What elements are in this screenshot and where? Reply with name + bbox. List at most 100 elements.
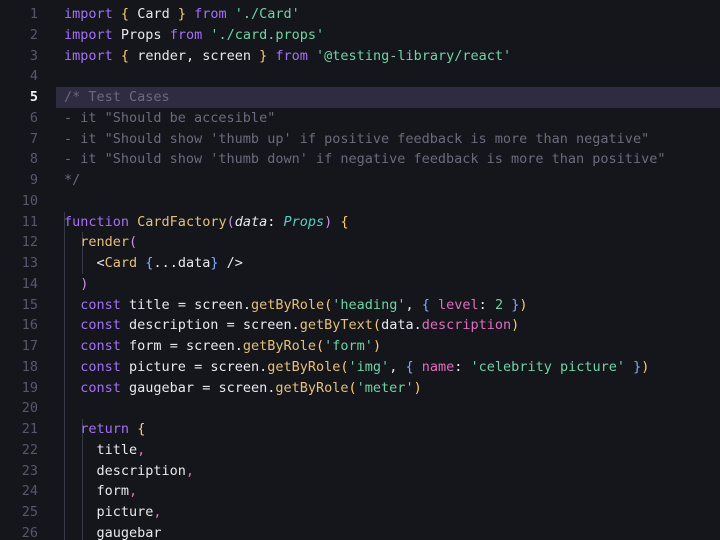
- code-line-content[interactable]: const form = screen.getByRole('form'): [64, 336, 381, 357]
- code-line-content[interactable]: import { render, screen } from '@testing…: [64, 46, 511, 67]
- code-line[interactable]: 25 picture,: [0, 502, 720, 523]
- code-line[interactable]: 1 import { Card } from './Card': [0, 4, 720, 25]
- line-number[interactable]: 23: [0, 461, 38, 482]
- code-line-content[interactable]: return {: [64, 419, 145, 440]
- code-line-content[interactable]: import Props from './card.props': [64, 25, 324, 46]
- code-token-punct: .: [243, 297, 251, 313]
- code-line-content[interactable]: - it "Should be accesible": [64, 108, 275, 129]
- code-token-paren: (: [316, 338, 324, 354]
- code-line-content[interactable]: /* Test Cases: [64, 87, 170, 108]
- code-token-kw: return: [80, 421, 129, 437]
- code-token-comment: /* Test Cases: [64, 89, 170, 105]
- code-token-brace: }: [178, 6, 186, 22]
- line-number[interactable]: 22: [0, 440, 38, 461]
- code-line-content[interactable]: const picture = screen.getByRole('img', …: [64, 357, 649, 378]
- code-line-content[interactable]: - it "Should show 'thumb up' if positive…: [64, 129, 649, 150]
- line-number[interactable]: 24: [0, 481, 38, 502]
- code-line[interactable]: 5 /* Test Cases: [0, 87, 720, 108]
- code-line-content[interactable]: description,: [64, 461, 194, 482]
- code-line-content[interactable]: import { Card } from './Card': [64, 4, 300, 25]
- line-number[interactable]: 1: [0, 4, 38, 25]
- code-line[interactable]: 26 gaugebar: [0, 523, 720, 540]
- code-line[interactable]: 18 const picture = screen.getByRole('img…: [0, 357, 720, 378]
- code-token-text: [64, 421, 80, 437]
- code-lines-container[interactable]: 1 import { Card } from './Card' 2 import Pr…: [0, 0, 720, 540]
- line-number[interactable]: 20: [0, 398, 38, 419]
- code-line-content[interactable]: - it "Should show 'thumb down' if negati…: [64, 149, 665, 170]
- code-token-text: [64, 317, 80, 333]
- line-number[interactable]: 19: [0, 378, 38, 399]
- code-line[interactable]: 2 import Props from './card.props': [0, 25, 720, 46]
- line-number[interactable]: 10: [0, 191, 38, 212]
- code-token-punct: .: [414, 317, 422, 333]
- code-line-content[interactable]: picture,: [64, 502, 162, 523]
- code-token-text: [227, 6, 235, 22]
- line-number[interactable]: 26: [0, 523, 38, 540]
- line-number[interactable]: 6: [0, 108, 38, 129]
- code-line[interactable]: 23 description,: [0, 461, 720, 482]
- code-token-fn: getByText: [300, 317, 373, 333]
- code-line[interactable]: 6 - it "Should be accesible": [0, 108, 720, 129]
- line-number[interactable]: 12: [0, 232, 38, 253]
- line-number[interactable]: 5: [0, 87, 38, 108]
- code-line[interactable]: 19 const gaugebar = screen.getByRole('me…: [0, 378, 720, 399]
- code-line-content[interactable]: */: [64, 170, 80, 191]
- code-token-kw: const: [80, 297, 121, 313]
- code-token-text: [113, 6, 121, 22]
- code-token-comma: ,: [129, 483, 137, 499]
- code-line[interactable]: 16 const description = screen.getByText(…: [0, 315, 720, 336]
- code-line-content[interactable]: title,: [64, 440, 145, 461]
- code-token-text: [414, 359, 422, 375]
- code-line[interactable]: 11 function CardFactory(data: Props) {: [0, 212, 720, 233]
- code-line[interactable]: 24 form,: [0, 481, 720, 502]
- line-number[interactable]: 9: [0, 170, 38, 191]
- line-number[interactable]: 14: [0, 274, 38, 295]
- line-number[interactable]: 11: [0, 212, 38, 233]
- code-token-paren: ): [519, 297, 527, 313]
- code-line[interactable]: 8 - it "Should show 'thumb down' if negat…: [0, 149, 720, 170]
- code-token-curly-p: (: [129, 234, 137, 250]
- code-line[interactable]: 10: [0, 191, 720, 212]
- code-line[interactable]: 21 return {: [0, 419, 720, 440]
- code-line-content[interactable]: const gaugebar = screen.getByRole('meter…: [64, 378, 422, 399]
- code-line[interactable]: 22 title,: [0, 440, 720, 461]
- code-line[interactable]: 4: [0, 66, 720, 87]
- code-line[interactable]: 17 const form = screen.getByRole('form'): [0, 336, 720, 357]
- code-line[interactable]: 9 */: [0, 170, 720, 191]
- line-number[interactable]: 4: [0, 66, 38, 87]
- code-line[interactable]: 20: [0, 398, 720, 419]
- code-line[interactable]: 12 render(: [0, 232, 720, 253]
- code-token-text: screen: [178, 338, 235, 354]
- code-line-content[interactable]: render(: [64, 232, 137, 253]
- line-number[interactable]: 3: [0, 46, 38, 67]
- code-line-content[interactable]: <Card {...data} />: [64, 253, 243, 274]
- code-token-str: '@testing-library/react': [316, 48, 511, 64]
- code-line-content[interactable]: gaugebar: [64, 523, 162, 540]
- code-token-text: [462, 359, 470, 375]
- code-line-content[interactable]: function CardFactory(data: Props) {: [64, 212, 349, 233]
- line-number[interactable]: 18: [0, 357, 38, 378]
- code-line[interactable]: 15 const title = screen.getByRole('headi…: [0, 295, 720, 316]
- code-editor[interactable]: 1 import { Card } from './Card' 2 import Pr…: [0, 0, 720, 540]
- code-line-content[interactable]: const title = screen.getByRole('heading'…: [64, 295, 528, 316]
- line-number[interactable]: 13: [0, 253, 38, 274]
- code-token-str: './card.props': [210, 27, 324, 43]
- line-number[interactable]: 2: [0, 25, 38, 46]
- line-number[interactable]: 16: [0, 315, 38, 336]
- code-line[interactable]: 7 - it "Should show 'thumb up' if positiv…: [0, 129, 720, 150]
- line-number[interactable]: 21: [0, 419, 38, 440]
- code-line[interactable]: 3 import { render, screen } from '@testin…: [0, 46, 720, 67]
- line-number[interactable]: 7: [0, 129, 38, 150]
- code-line[interactable]: 13 <Card {...data} />: [0, 253, 720, 274]
- code-token-text: [64, 359, 80, 375]
- line-number[interactable]: 17: [0, 336, 38, 357]
- line-number[interactable]: 25: [0, 502, 38, 523]
- code-line-content[interactable]: ): [64, 274, 88, 295]
- code-token-paren: ): [414, 380, 422, 396]
- line-number[interactable]: 8: [0, 149, 38, 170]
- line-number[interactable]: 15: [0, 295, 38, 316]
- code-line[interactable]: 14 ): [0, 274, 720, 295]
- code-token-text: [430, 297, 438, 313]
- code-line-content[interactable]: const description = screen.getByText(dat…: [64, 315, 519, 336]
- code-line-content[interactable]: form,: [64, 481, 137, 502]
